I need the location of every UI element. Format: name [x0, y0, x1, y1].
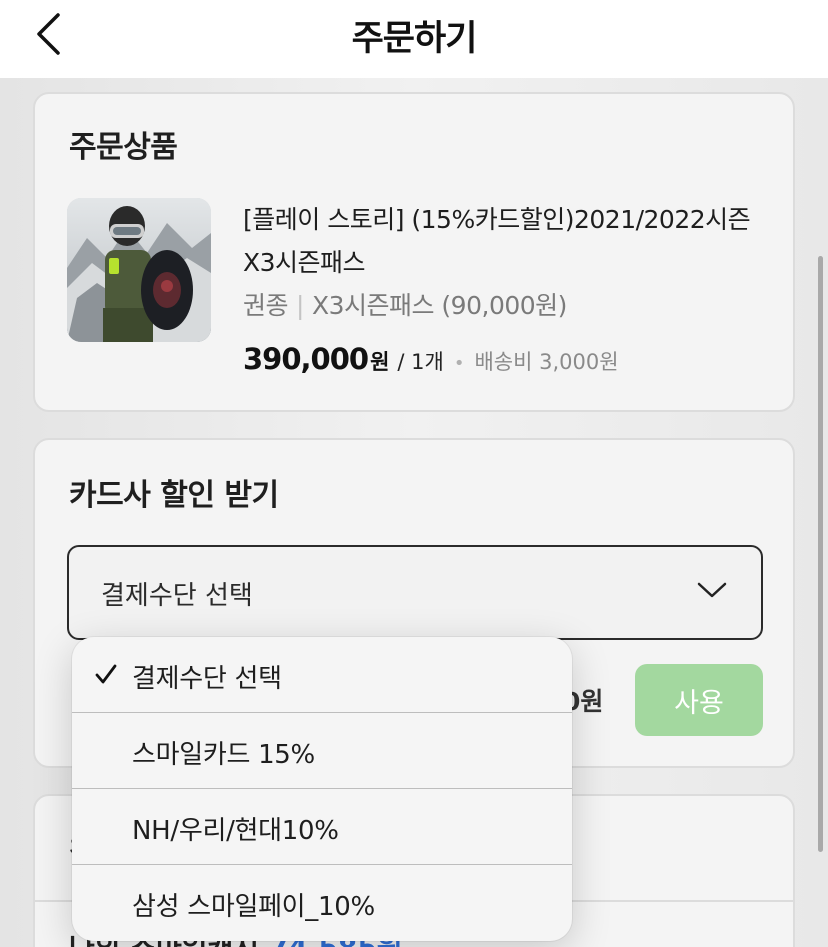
back-button[interactable]: [30, 10, 66, 58]
product-name[interactable]: [플레이 스토리] (15%카드할인)2021/2022시즌 X3시즌패스: [243, 198, 773, 284]
option-separator: |: [296, 291, 304, 320]
chevron-left-icon: [37, 13, 60, 55]
order-section-title: 주문상품: [69, 130, 178, 165]
product-quantity: / 1개: [397, 350, 444, 374]
order-product-card: 주문상품 [플레이 스토리] (15%카드할인)2021/2022시즌 X3시즌…: [33, 92, 795, 412]
dot-separator: •: [453, 353, 465, 374]
header-bar: 주문하기: [0, 0, 828, 78]
dropdown-option-label: 스마일카드 15%: [132, 740, 315, 770]
dropdown-option-label: 삼성 스마일페이_10%: [132, 892, 375, 922]
dropdown-option-label: NH/우리/현대10%: [132, 816, 339, 846]
page-title: 주문하기: [351, 18, 478, 59]
dropdown-option[interactable]: 삼성 스마일페이_10%: [72, 865, 572, 941]
payment-method-value: 결제수단 선택: [101, 581, 253, 611]
product-price: 390,000: [243, 342, 369, 376]
use-discount-button[interactable]: 사용: [635, 664, 763, 736]
dropdown-option[interactable]: 결제수단 선택: [72, 637, 572, 713]
discount-section-title: 카드사 할인 받기: [69, 478, 279, 513]
chevron-down-icon: [697, 582, 727, 598]
price-unit: 원: [370, 350, 390, 374]
dropdown-option-label: 결제수단 선택: [132, 664, 282, 694]
payment-method-select[interactable]: 결제수단 선택: [67, 545, 763, 640]
snowboarder-photo: [67, 198, 211, 342]
checkmark-icon: [95, 664, 117, 684]
dropdown-option[interactable]: NH/우리/현대10%: [72, 789, 572, 865]
payment-method-dropdown: 결제수단 선택 스마일카드 15% NH/우리/현대10% 삼성 스마일페이_1…: [72, 637, 572, 941]
shipping-fee: 배송비 3,000원: [474, 350, 619, 374]
product-option: 권종 | X3시즌패스 (90,000원): [243, 286, 567, 322]
option-type: 권종: [243, 291, 289, 320]
product-thumbnail[interactable]: [67, 198, 211, 342]
dropdown-option[interactable]: 스마일카드 15%: [72, 713, 572, 789]
vertical-scrollbar[interactable]: [818, 256, 823, 852]
price-row: 390,000 원 / 1개 • 배송비 3,000원: [243, 342, 619, 376]
option-value: X3시즌패스 (90,000원): [311, 291, 567, 320]
